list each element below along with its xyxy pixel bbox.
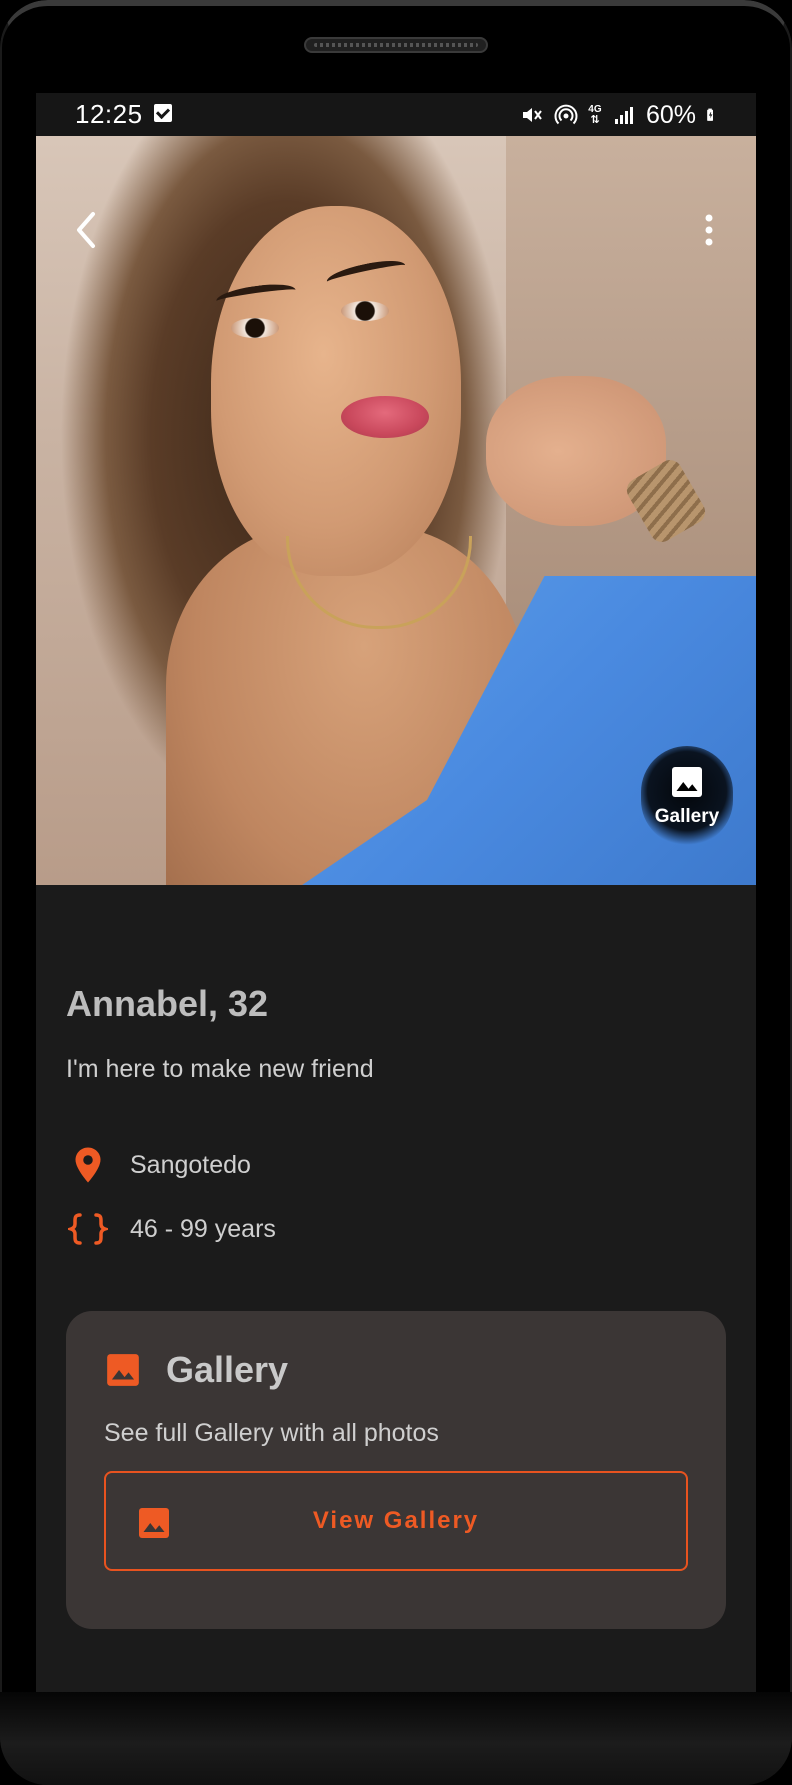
network-type-indicator: 4G ⇅	[588, 104, 602, 126]
signal-icon	[614, 107, 633, 124]
view-gallery-label: View Gallery	[312, 1507, 480, 1534]
gallery-card-header: Gallery	[104, 1349, 288, 1391]
gallery-card-subtitle: See full Gallery with all photos	[104, 1419, 439, 1447]
profile-name-age: Annabel, 32	[66, 983, 269, 1024]
gallery-card: Gallery See full Gallery with all photos…	[66, 1311, 726, 1629]
phone-frame: 12:25 4G ⇅ 60% Gallery Annabel, 32 I'm h…	[0, 0, 792, 1785]
status-time: 12:25	[75, 99, 143, 129]
app-screen: 12:25 4G ⇅ 60% Gallery Annabel, 32 I'm h…	[36, 93, 756, 1693]
photo-eye-left	[231, 318, 279, 338]
hotspot-icon	[554, 104, 578, 125]
image-icon	[672, 767, 702, 797]
profile-bio: I'm here to make new friend	[66, 1055, 374, 1083]
age-range-row: 46 - 99 years	[66, 1209, 276, 1249]
profile-photo[interactable]: Gallery	[36, 136, 756, 885]
speaker-grille	[304, 37, 488, 53]
gallery-fab-button[interactable]: Gallery	[641, 746, 733, 846]
battery-charging-icon	[707, 108, 713, 121]
photo-eye-right	[341, 301, 389, 321]
more-vert-icon	[705, 214, 713, 246]
location-text: Sangotedo	[130, 1150, 251, 1179]
gallery-fab-label: Gallery	[654, 806, 720, 827]
location-row: Sangotedo	[66, 1145, 251, 1185]
age-range-text: 46 - 99 years	[130, 1214, 276, 1243]
battery-percent: 60%	[645, 100, 696, 129]
status-bar: 12:25 4G ⇅ 60%	[36, 93, 756, 136]
mute-icon	[522, 108, 542, 122]
status-icons: 4G ⇅ 60%	[520, 100, 720, 130]
phone-chin	[0, 1692, 792, 1785]
gallery-card-title: Gallery	[166, 1349, 289, 1390]
chevron-left-icon	[77, 212, 95, 248]
image-icon	[107, 1354, 139, 1386]
view-gallery-button[interactable]: View Gallery	[104, 1471, 688, 1571]
back-button[interactable]	[56, 200, 116, 260]
location-pin-icon	[66, 1145, 110, 1185]
checkbox-notification-icon	[154, 104, 172, 122]
photo-face	[211, 206, 461, 576]
braces-icon	[66, 1209, 110, 1249]
more-options-button[interactable]	[679, 200, 739, 260]
photo-lips	[341, 396, 429, 438]
